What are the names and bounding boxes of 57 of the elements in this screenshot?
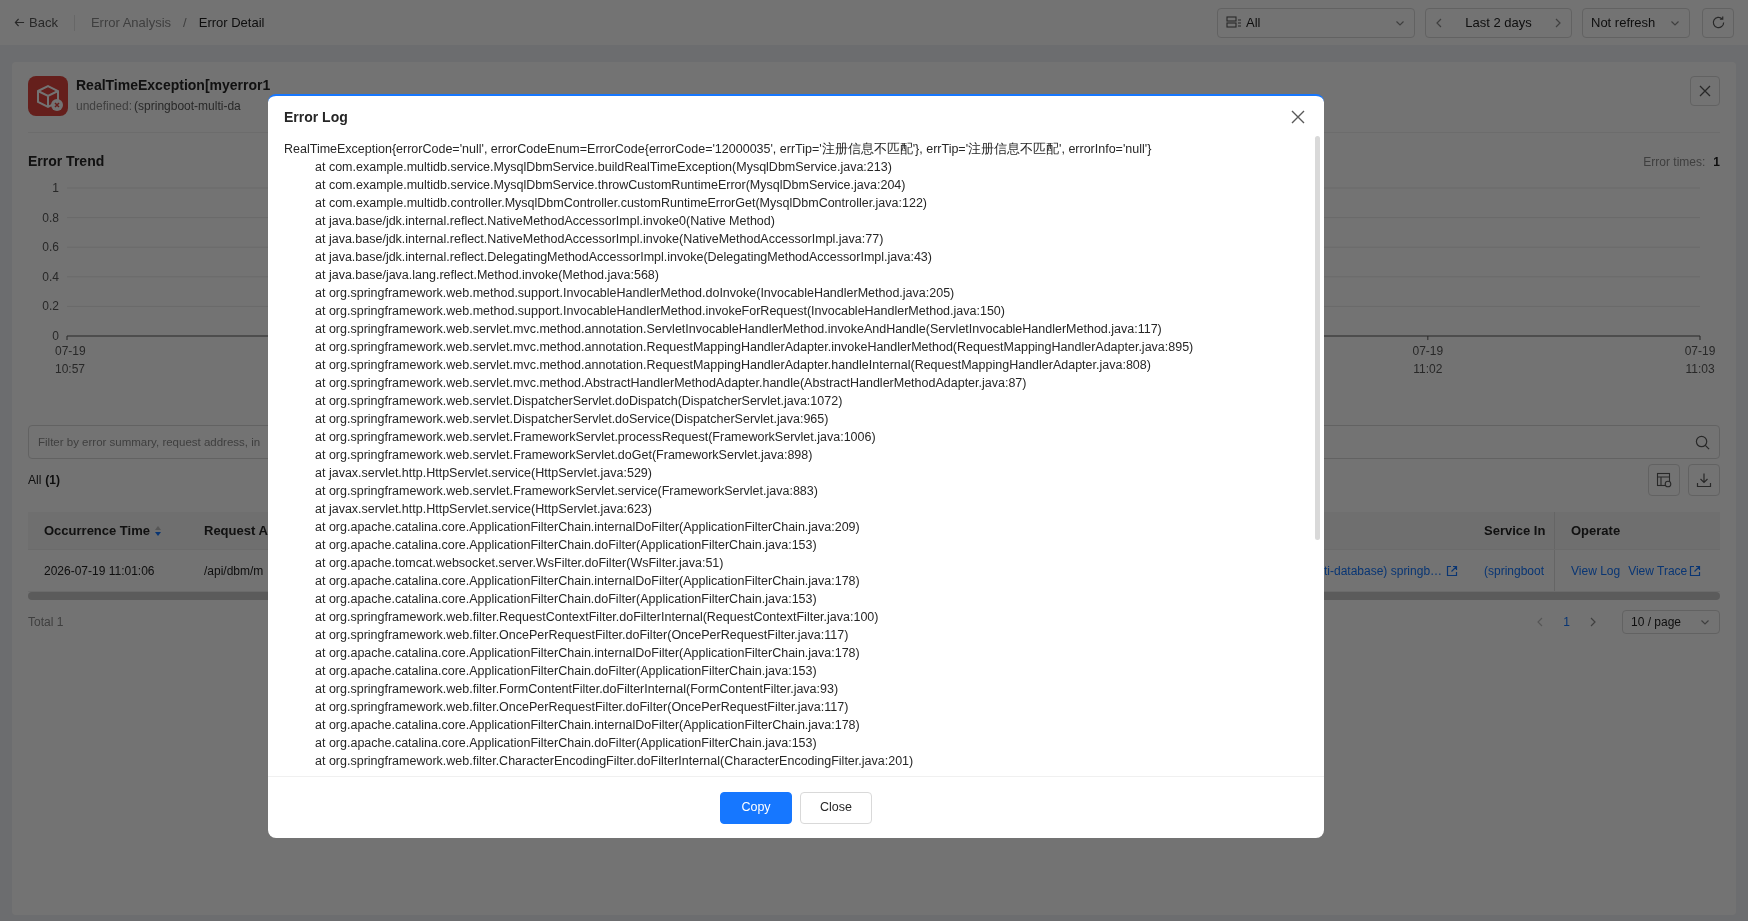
axis-label: 0.6 <box>42 240 59 255</box>
stack-frame: at javax.servlet.http.HttpServlet.service(HttpServlet.java:529) <box>315 464 652 482</box>
error-count: 1 <box>1713 153 1720 171</box>
stack-frame: at java.base/java.lang.reflect.Method.invoke(Method.java:568) <box>315 266 659 284</box>
error-title: RealTimeException[myerror1 <box>76 76 271 94</box>
stack-frame: at java.base/jdk.internal.reflect.NativeMethodAccessorImpl.invoke(NativeMethodAccessorImpl.java:77) <box>315 230 884 248</box>
stack-frame: at java.base/jdk.internal.reflect.DelegatingMethodAccessorImpl.invoke(DelegatingMethodAccessorImpl.java:43) <box>315 248 932 266</box>
column-header: Service In <box>1484 522 1546 538</box>
stack-frame: at org.apache.catalina.core.ApplicationFilterChain.doFilter(ApplicationFilterChain.java:153) <box>315 536 817 554</box>
service-name: (springboot-multi-da <box>134 98 241 115</box>
breadcrumb-separator: / <box>183 13 187 32</box>
stack-frame: at org.springframework.web.filter.OncePerRequestFilter.doFilter(OncePerRequestFilter.java:117) <box>315 626 849 644</box>
stack-frame: at org.apache.catalina.core.ApplicationFilterChain.internalDoFilter(ApplicationFilterChain.java:178) <box>315 716 860 734</box>
dialog-title: Error Log <box>284 107 348 127</box>
stack-frame: at org.apache.catalina.core.ApplicationFilterChain.doFilter(ApplicationFilterChain.java:153) <box>315 662 817 680</box>
stack-frame: at org.springframework.web.servlet.mvc.method.annotation.ServletInvocableHandlerMethod.invokeAndHandle(ServletInvocableHandlerMethod.java:117) <box>315 320 1162 338</box>
stack-frame: at com.example.multidb.service.MysqlDbmService.buildRealTimeException(MysqlDbmService.java:213) <box>315 158 892 176</box>
axis-label: 07-19 10:57 <box>55 344 86 376</box>
axis-label: 0 <box>52 329 59 343</box>
stack-frame: at org.apache.catalina.core.ApplicationFilterChain.internalDoFilter(ApplicationFilterChain.java:178) <box>315 572 860 590</box>
tab-count: (1) <box>45 472 60 489</box>
axis-label: 0.8 <box>42 210 59 225</box>
stack-frame: at org.apache.tomcat.websocket.server.WsFilter.doFilter(WsFilter.java:51) <box>315 554 724 572</box>
stack-frame: at org.springframework.web.servlet.DispatcherServlet.doService(DispatcherServlet.java:965) <box>315 410 829 428</box>
table-cell: 2026-07-19 11:01:06 <box>44 563 155 578</box>
axis-label: 07-19 11:02 <box>1412 344 1444 376</box>
stack-frame: at org.springframework.web.method.support.InvocableHandlerMethod.invokeForRequest(InvocableHandlerMethod.java:150) <box>315 302 1005 320</box>
stack-frame: at org.springframework.web.servlet.FrameworkServlet.doGet(FrameworkServlet.java:898) <box>315 446 813 464</box>
stack-frame: at java.base/jdk.internal.reflect.NativeMethodAccessorImpl.invoke0(Native Method) <box>315 212 775 230</box>
stack-frame: at org.springframework.web.filter.FormContentFilter.doFilterInternal(FormContentFilter.java:93) <box>315 680 839 698</box>
stack-frame: at org.apache.catalina.core.ApplicationFilterChain.doFilter(ApplicationFilterChain.java:153) <box>315 734 817 752</box>
stack-frame: at org.springframework.web.servlet.mvc.method.AbstractHandlerMethodAdapter.handle(AbstractHandlerMethodAdapter.java:87) <box>315 374 1027 392</box>
error-message: RealTimeException{errorCode='null', errorCodeEnum=ErrorCode{errorCode='12000035', errTip='注册信息不匹配'}, errTip='注册信息不匹配', errorInfo='null'} <box>284 141 1152 158</box>
stack-frame: at org.springframework.web.servlet.DispatcherServlet.doDispatch(DispatcherServlet.java:1072) <box>315 392 843 410</box>
stack-frame: at javax.servlet.http.HttpServlet.service(HttpServlet.java:623) <box>315 500 652 518</box>
column-header: Operate <box>1571 521 1621 540</box>
stack-frame: at org.springframework.web.servlet.FrameworkServlet.processRequest(FrameworkServlet.java:1006) <box>315 428 876 446</box>
stack-frame: at com.example.multidb.service.MysqlDbmService.throwCustomRuntimeError(MysqlDbmService.java:204) <box>315 176 906 194</box>
column-header: Request A <box>204 522 268 538</box>
axis-label: 0.4 <box>42 269 59 284</box>
table-cell: /api/dbm/m <box>204 563 264 578</box>
axis-label: 07-19 11:03 <box>1684 344 1716 376</box>
stack-frame: at org.springframework.web.filter.OncePerRequestFilter.doFilter(OncePerRequestFilter.java:117) <box>315 698 849 716</box>
stack-frame: at org.springframework.web.filter.RequestContextFilter.doFilterInternal(RequestContextFilter.java:100) <box>315 608 879 626</box>
stack-frame: at org.apache.catalina.core.ApplicationFilterChain.internalDoFilter(ApplicationFilterChain.java:178) <box>315 644 860 662</box>
stack-frame: at org.apache.catalina.core.ApplicationFilterChain.internalDoFilter(ApplicationFilterChain.java:209) <box>315 518 860 536</box>
column-header: Occurrence Time <box>44 521 150 540</box>
stack-frame: at org.apache.catalina.core.ApplicationFilterChain.doFilter(ApplicationFilterChain.java:153) <box>315 590 817 608</box>
stack-frame: at org.springframework.web.servlet.mvc.method.annotation.RequestMappingHandlerAdapter.invokeHandlerMethod(RequestMappingHandlerAdapter.java:895) <box>315 338 1194 356</box>
section-title: Error Trend <box>28 152 105 171</box>
stack-frame: at org.springframework.web.servlet.FrameworkServlet.service(FrameworkServlet.java:883) <box>315 482 818 500</box>
stack-frame: at org.springframework.web.servlet.mvc.method.annotation.RequestMappingHandlerAdapter.handleInternal(RequestMappingHandlerAdapter.java:808) <box>315 356 1151 374</box>
axis-label: 1 <box>52 181 59 195</box>
stack-frame: at com.example.multidb.controller.MysqlDbmController.customRuntimeErrorGet(MysqlDbmController.java:122) <box>315 194 928 212</box>
stack-frame: at org.springframework.web.method.support.InvocableHandlerMethod.doInvoke(InvocableHandlerMethod.java:205) <box>315 284 955 302</box>
axis-label: 0.2 <box>42 299 59 314</box>
stack-frame: at org.springframework.web.filter.CharacterEncodingFilter.doFilterInternal(CharacterEncodingFilter.java:201) <box>315 752 914 770</box>
